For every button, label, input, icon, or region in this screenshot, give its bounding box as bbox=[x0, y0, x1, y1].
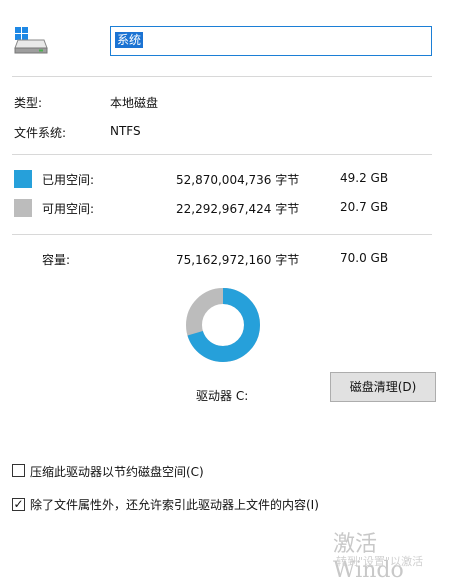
type-value: 本地磁盘 bbox=[110, 96, 159, 110]
separator bbox=[12, 154, 432, 155]
checkmark-icon: ✓ bbox=[13, 497, 24, 511]
used-space-bytes: 52,870,004,736 字节 bbox=[176, 173, 300, 187]
separator bbox=[12, 76, 432, 77]
free-space-bytes: 22,292,967,424 字节 bbox=[176, 202, 300, 216]
filesystem-label: 文件系统: bbox=[14, 126, 67, 140]
type-label: 类型: bbox=[14, 96, 43, 110]
used-space-size: 49.2 GB bbox=[340, 171, 389, 185]
disk-usage-donut bbox=[186, 288, 260, 362]
drive-name-value: 系统 bbox=[115, 32, 144, 48]
drive-label: 驱动器 C: bbox=[196, 389, 249, 403]
drive-name-input[interactable]: 系统 bbox=[110, 26, 432, 56]
disk-cleanup-button[interactable]: 磁盘清理(D) bbox=[330, 372, 436, 402]
free-space-color-swatch bbox=[14, 199, 32, 217]
capacity-size: 70.0 GB bbox=[340, 251, 389, 265]
index-contents-label[interactable]: 除了文件属性外，还允许索引此驱动器上文件的内容(I) bbox=[30, 496, 319, 513]
hard-drive-icon bbox=[14, 27, 48, 54]
free-space-label: 可用空间: bbox=[42, 202, 95, 216]
capacity-label: 容量: bbox=[42, 253, 71, 267]
capacity-bytes: 75,162,972,160 字节 bbox=[176, 253, 300, 267]
separator bbox=[12, 234, 432, 235]
compress-drive-label[interactable]: 压缩此驱动器以节约磁盘空间(C) bbox=[30, 463, 204, 480]
used-space-color-swatch bbox=[14, 170, 32, 188]
activation-watermark-subtext: 转到"设置"以激活 bbox=[336, 555, 424, 568]
filesystem-value: NTFS bbox=[110, 124, 141, 138]
used-space-label: 已用空间: bbox=[42, 173, 95, 187]
free-space-size: 20.7 GB bbox=[340, 200, 389, 214]
index-contents-checkbox[interactable]: ✓ bbox=[12, 498, 25, 511]
compress-drive-checkbox[interactable] bbox=[12, 464, 25, 477]
